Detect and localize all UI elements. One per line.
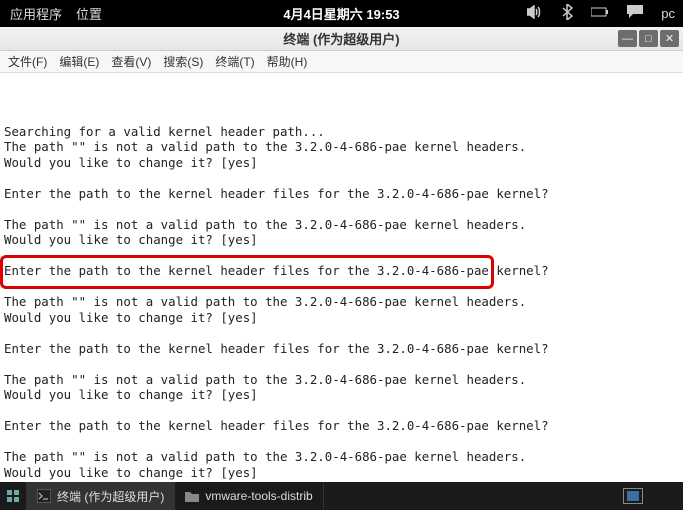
tray-workspace[interactable] bbox=[623, 488, 643, 504]
terminal-line bbox=[4, 480, 679, 481]
menubar: 文件(F) 编辑(E) 查看(V) 搜索(S) 终端(T) 帮助(H) bbox=[0, 51, 683, 73]
terminal-line bbox=[4, 248, 679, 264]
window-titlebar[interactable]: 终端 (作为超级用户) — □ ✕ bbox=[0, 27, 683, 51]
volume-icon[interactable] bbox=[527, 5, 543, 22]
terminal-line: Enter the path to the kernel header file… bbox=[4, 418, 679, 434]
taskbar: 终端 (作为超级用户) vmware-tools-distrib bbox=[0, 482, 683, 510]
minimize-button[interactable]: — bbox=[618, 30, 637, 47]
terminal-line: The path "" is not a valid path to the 3… bbox=[4, 372, 679, 388]
terminal-icon bbox=[37, 489, 51, 503]
terminal-line: Enter the path to the kernel header file… bbox=[4, 341, 679, 357]
terminal-line: The path "" is not a valid path to the 3… bbox=[4, 294, 679, 310]
terminal-line bbox=[4, 108, 679, 124]
window-title: 终端 (作为超级用户) bbox=[283, 29, 399, 48]
terminal-line bbox=[4, 403, 679, 419]
menu-edit[interactable]: 编辑(E) bbox=[59, 53, 99, 70]
menu-help[interactable]: 帮助(H) bbox=[267, 53, 308, 70]
terminal-line: The path "" is not a valid path to the 3… bbox=[4, 217, 679, 233]
battery-icon[interactable] bbox=[591, 6, 609, 21]
terminal-line bbox=[4, 356, 679, 372]
terminal-line: The path "" is not a valid path to the 3… bbox=[4, 449, 679, 465]
close-button[interactable]: ✕ bbox=[660, 30, 679, 47]
menu-file[interactable]: 文件(F) bbox=[8, 53, 47, 70]
bluetooth-icon[interactable] bbox=[561, 4, 573, 23]
terminal-line: Would you like to change it? [yes] bbox=[4, 310, 679, 326]
maximize-button[interactable]: □ bbox=[639, 30, 658, 47]
top-panel: 应用程序 位置 4月4日星期六 19:53 pc bbox=[0, 0, 683, 27]
terminal-line: Would you like to change it? [yes] bbox=[4, 232, 679, 248]
terminal-line bbox=[4, 201, 679, 217]
terminal-line: Would you like to change it? [yes] bbox=[4, 155, 679, 171]
desktop-icon bbox=[6, 489, 20, 503]
task-files-label: vmware-tools-distrib bbox=[205, 489, 312, 503]
terminal-line: Enter the path to the kernel header file… bbox=[4, 186, 679, 202]
terminal-line bbox=[4, 279, 679, 295]
terminal-line bbox=[4, 434, 679, 450]
terminal-line: Searching for a valid kernel header path… bbox=[4, 124, 679, 140]
terminal-line: Would you like to change it? [yes] bbox=[4, 465, 679, 481]
terminal-line bbox=[4, 170, 679, 186]
menu-places[interactable]: 位置 bbox=[76, 4, 102, 23]
clock[interactable]: 4月4日星期六 19:53 bbox=[283, 4, 399, 23]
show-desktop-button[interactable] bbox=[0, 482, 27, 510]
menu-search[interactable]: 搜索(S) bbox=[163, 53, 203, 70]
folder-icon bbox=[185, 489, 199, 503]
menu-view[interactable]: 查看(V) bbox=[111, 53, 151, 70]
workspace-icon bbox=[627, 491, 639, 501]
menu-terminal[interactable]: 终端(T) bbox=[215, 53, 254, 70]
terminal-line: Would you like to change it? [yes] bbox=[4, 387, 679, 403]
task-files[interactable]: vmware-tools-distrib bbox=[175, 482, 323, 510]
terminal-line: Enter the path to the kernel header file… bbox=[4, 263, 679, 279]
chat-icon[interactable] bbox=[627, 5, 643, 22]
terminal-output[interactable]: Searching for a valid kernel header path… bbox=[0, 73, 683, 481]
menu-applications[interactable]: 应用程序 bbox=[10, 4, 62, 23]
terminal-line: The path "" is not a valid path to the 3… bbox=[4, 139, 679, 155]
task-terminal[interactable]: 终端 (作为超级用户) bbox=[27, 482, 175, 510]
user-label[interactable]: pc bbox=[661, 6, 675, 21]
task-terminal-label: 终端 (作为超级用户) bbox=[57, 488, 164, 505]
terminal-line bbox=[4, 325, 679, 341]
